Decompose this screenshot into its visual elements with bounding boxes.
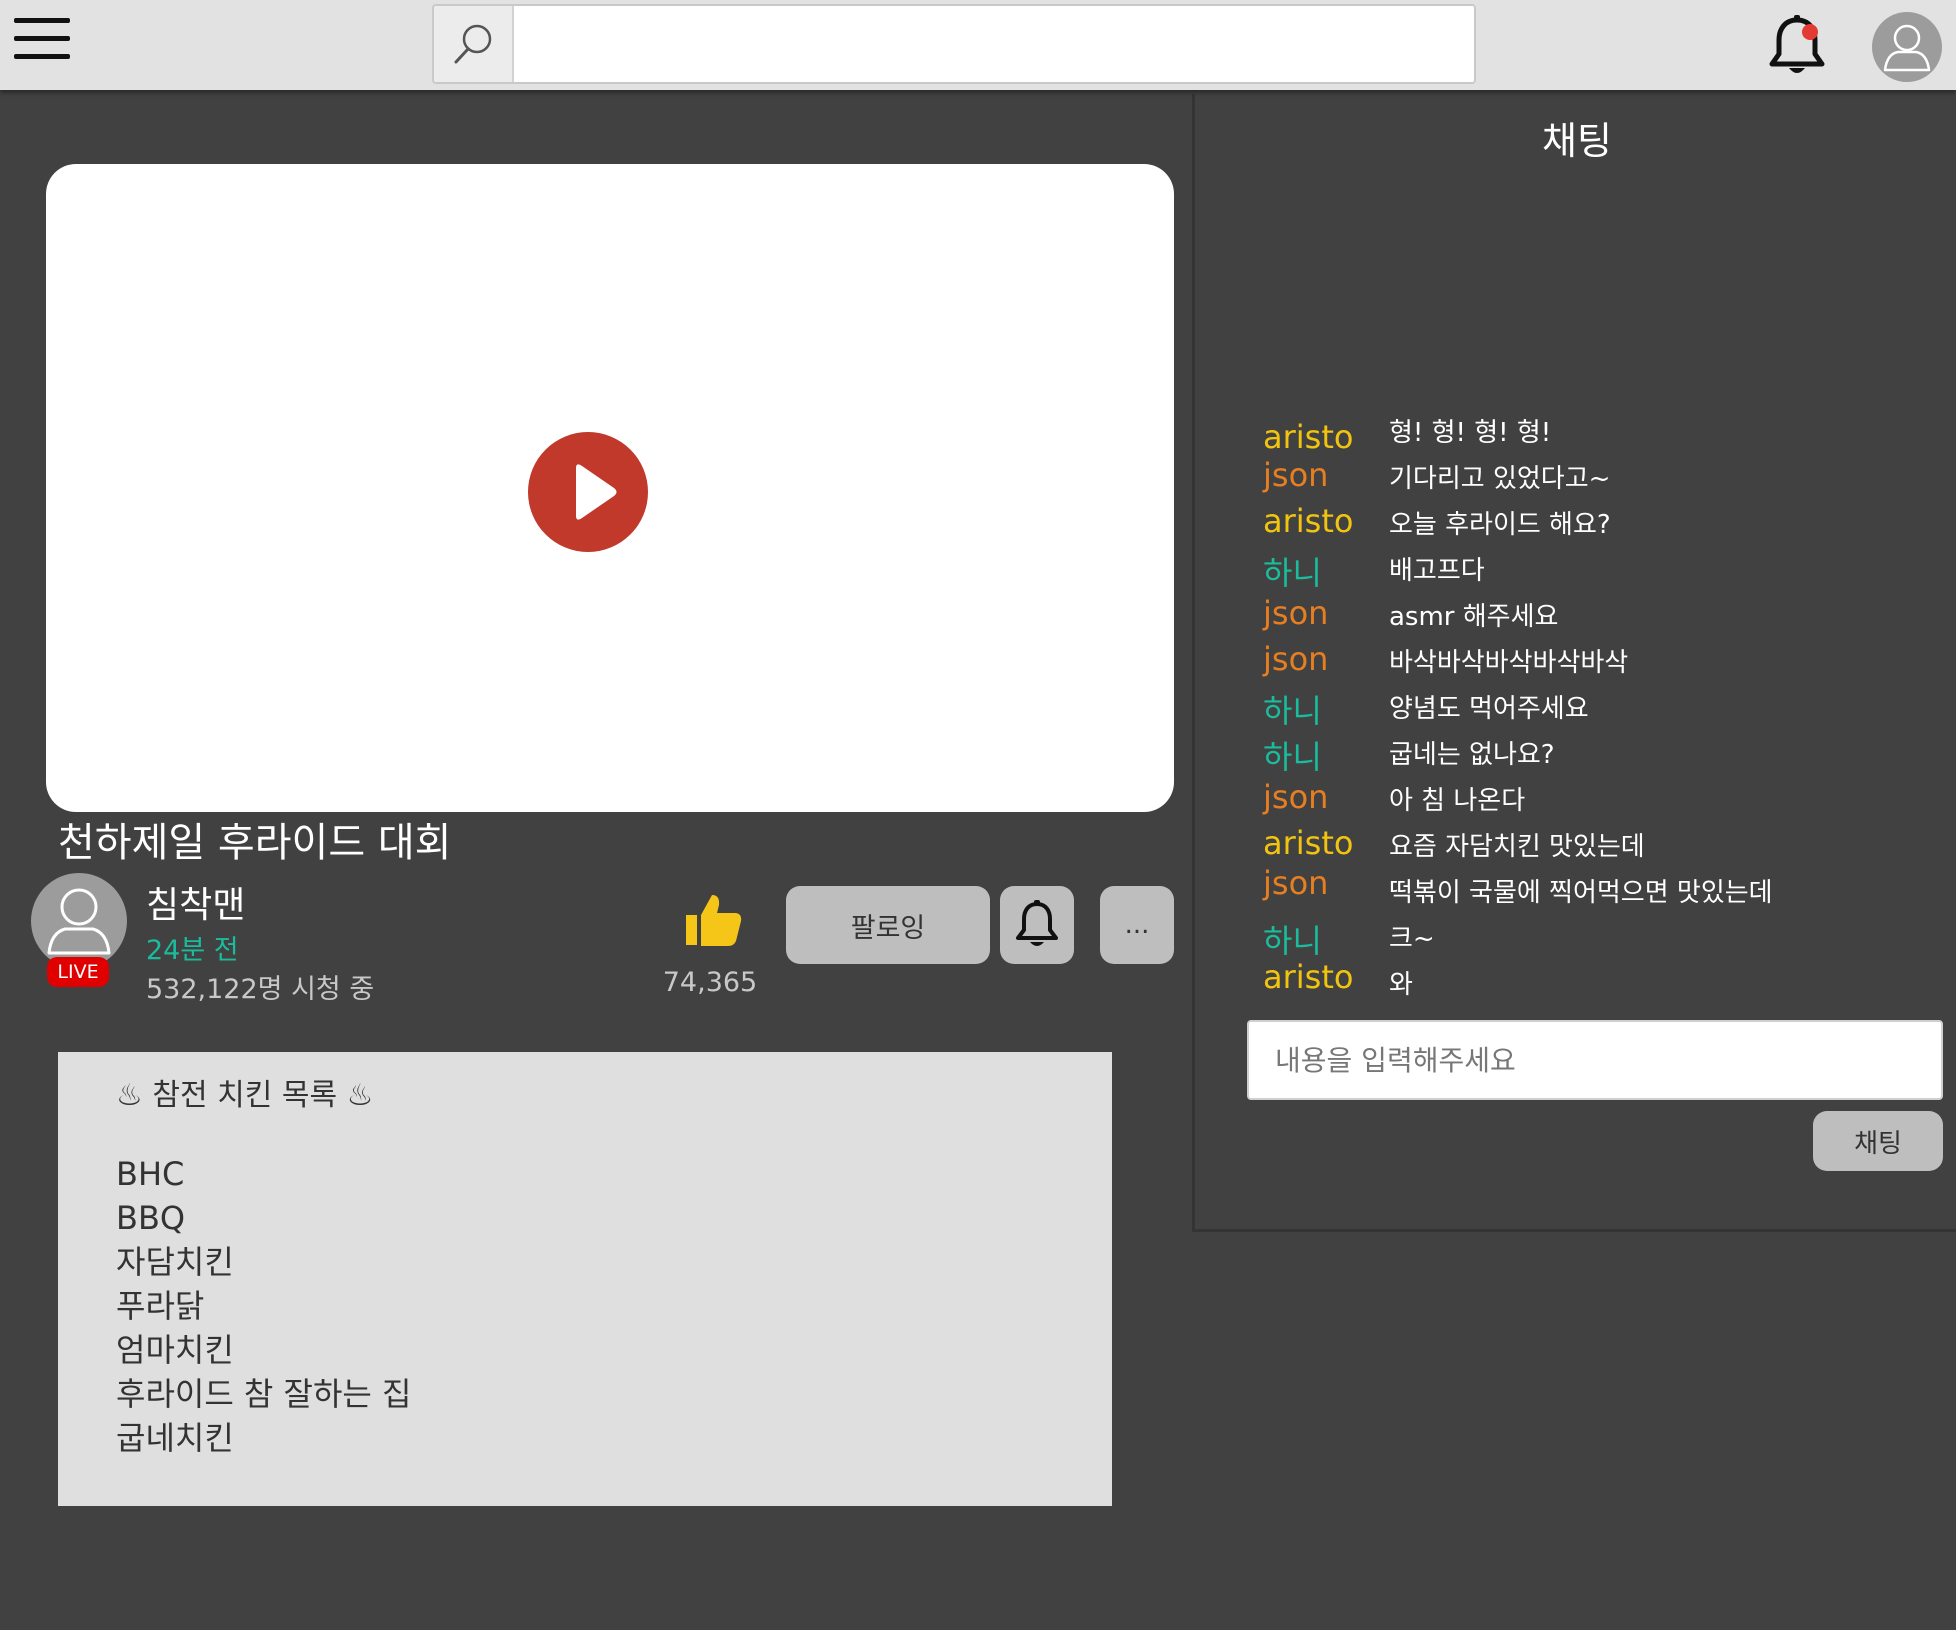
- chat-text: 요즘 자담치킨 맛있는데: [1389, 832, 1645, 862]
- chat-text: 기다리고 있었다고~: [1389, 464, 1611, 494]
- chat-username[interactable]: json: [1263, 456, 1328, 494]
- video-title: 천하제일 후라이드 대회: [58, 820, 452, 866]
- bell-icon[interactable]: [1768, 14, 1826, 80]
- bell-icon[interactable]: [1000, 886, 1074, 964]
- chat-title: 채팅: [1542, 119, 1612, 163]
- stream-description: ♨ 참전 치킨 목록 ♨ BHC BBQ 자담치킨 푸라닭 엄마치킨 후라이드 …: [58, 1052, 1112, 1506]
- user-avatar-icon[interactable]: [1872, 12, 1942, 82]
- chat-username[interactable]: json: [1263, 640, 1328, 678]
- chat-username[interactable]: aristo: [1263, 418, 1353, 456]
- chat-text: 배고프다: [1389, 556, 1485, 586]
- chat-message: json 아 침 나온다: [1195, 778, 1955, 824]
- chat-text: 와: [1389, 970, 1413, 1000]
- search-input[interactable]: [516, 6, 1474, 82]
- menu-line: [14, 18, 70, 23]
- chat-text: 떡볶이 국물에 찍어먹으면 맛있는데: [1389, 878, 1773, 908]
- chat-username[interactable]: json: [1263, 594, 1328, 632]
- chat-message: aristo 형! 형! 형! 형!: [1195, 410, 1955, 456]
- stream-time: 24분 전: [146, 935, 239, 966]
- chat-message: json 떡볶이 국물에 찍어먹으면 맛있는데: [1195, 864, 1955, 916]
- list-item: 자담치킨: [116, 1243, 234, 1281]
- top-bar: [0, 0, 1956, 90]
- chat-message: 하니 배고프다: [1195, 548, 1955, 594]
- search-icon[interactable]: [434, 6, 514, 82]
- chicken-list: BHC BBQ 자담치킨 푸라닭 엄마치킨 후라이드 참 잘하는 집 굽네치킨: [116, 1152, 411, 1460]
- chat-username[interactable]: json: [1263, 864, 1328, 902]
- list-item: BBQ: [116, 1199, 186, 1237]
- chat-message: 하니 양념도 먹어주세요: [1195, 686, 1955, 732]
- description-heading: ♨ 참전 치킨 목록 ♨: [116, 1078, 374, 1113]
- like-count: 74,365: [662, 967, 758, 998]
- list-item: 후라이드 참 잘하는 집: [116, 1375, 412, 1413]
- chat-message: json 바삭바삭바삭바삭바삭: [1195, 640, 1955, 686]
- list-item: 푸라닭: [116, 1287, 205, 1325]
- chat-username[interactable]: json: [1263, 778, 1328, 816]
- chat-text: 굽네는 없나요?: [1389, 740, 1555, 770]
- list-item: BHC: [116, 1155, 185, 1193]
- list-item: 엄마치킨: [116, 1331, 234, 1369]
- menu-line: [14, 54, 70, 59]
- notification-dot: [1802, 24, 1818, 40]
- chat-text: 아 침 나온다: [1389, 786, 1526, 816]
- viewer-count: 532,122명 시청 중: [146, 974, 375, 1005]
- chat-username[interactable]: 하니: [1263, 732, 1322, 778]
- chat-message: 하니 크~: [1195, 916, 1955, 962]
- search-bar: [432, 4, 1476, 84]
- more-options-button[interactable]: ...: [1100, 886, 1174, 964]
- chat-username[interactable]: aristo: [1263, 502, 1353, 540]
- chat-text: asmr 해주세요: [1389, 602, 1559, 632]
- chat-message: json asmr 해주세요: [1195, 594, 1955, 640]
- hamburger-menu-icon[interactable]: [14, 16, 70, 62]
- follow-button[interactable]: 팔로잉: [786, 886, 990, 964]
- channel-name[interactable]: 침착맨: [146, 876, 245, 928]
- play-icon[interactable]: [528, 432, 648, 552]
- chat-message: aristo 와: [1195, 958, 1955, 1008]
- chat-username[interactable]: aristo: [1263, 958, 1353, 996]
- channel-avatar[interactable]: [31, 873, 127, 969]
- chat-username[interactable]: 하니: [1263, 548, 1322, 594]
- chat-username[interactable]: 하니: [1263, 686, 1322, 732]
- chat-message: json 기다리고 있었다고~: [1195, 456, 1955, 502]
- chat-send-button[interactable]: 채팅: [1813, 1111, 1943, 1171]
- chat-text: 양념도 먹어주세요: [1389, 694, 1589, 724]
- chat-message: 하니 굽네는 없나요?: [1195, 732, 1955, 778]
- chat-message: aristo 오늘 후라이드 해요?: [1195, 502, 1955, 548]
- list-item: 굽네치킨: [116, 1419, 234, 1457]
- chat-text: 크~: [1389, 924, 1435, 954]
- menu-line: [14, 36, 70, 41]
- chat-username[interactable]: aristo: [1263, 824, 1353, 862]
- thumbs-up-icon[interactable]: [684, 893, 744, 949]
- chat-text: 형! 형! 형! 형!: [1389, 418, 1552, 448]
- live-badge: LIVE: [47, 957, 109, 987]
- chat-panel: 채팅 aristo 형! 형! 형! 형! json 기다리고 있었다고~ ar…: [1192, 94, 1956, 1232]
- chat-username[interactable]: 하니: [1263, 916, 1322, 962]
- chat-text: 바삭바삭바삭바삭바삭: [1389, 648, 1629, 678]
- video-player[interactable]: [46, 164, 1174, 812]
- chat-input[interactable]: [1247, 1020, 1943, 1100]
- chat-text: 오늘 후라이드 해요?: [1389, 510, 1611, 540]
